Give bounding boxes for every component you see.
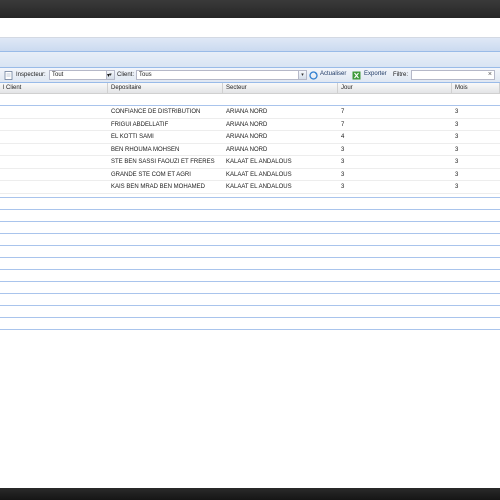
page-icon[interactable] bbox=[4, 71, 13, 80]
empty-row bbox=[0, 246, 500, 257]
empty-row bbox=[0, 198, 500, 209]
refresh-icon[interactable] bbox=[309, 71, 318, 80]
cell-depositaire: GRANDE STE COM ET AGRI bbox=[111, 171, 191, 178]
empty-row bbox=[0, 210, 500, 221]
cell-mois: 3 bbox=[455, 121, 459, 128]
window-bottom-bezel bbox=[0, 488, 500, 500]
filter-toolbar: Inspecteur: Tout ▾ ▾ Client: Tous ▾ Actu… bbox=[0, 68, 500, 83]
cell-mois: 3 bbox=[455, 134, 459, 140]
table-row[interactable]: BEN RHOUMA MOHSEN ARIANA NORD 3 3 bbox=[0, 144, 500, 156]
table-row[interactable]: GRANDE STE COM ET AGRI KALAAT EL ANDALOU… bbox=[0, 169, 500, 181]
empty-row bbox=[0, 258, 500, 269]
cell-mois: 3 bbox=[455, 159, 459, 165]
cell-mois: 3 bbox=[455, 146, 459, 153]
column-header-depositaire[interactable]: Depositaire bbox=[108, 83, 223, 94]
grid-header: l Client Depositaire Secteur Jour Mois bbox=[0, 83, 500, 94]
cell-secteur: ARIANA NORD bbox=[226, 134, 268, 140]
filtre-input[interactable]: × bbox=[411, 70, 495, 80]
table-row[interactable]: FRIGUI ABDELLATIF ARIANA NORD 7 3 bbox=[0, 119, 500, 131]
empty-row bbox=[0, 234, 500, 245]
column-header-mois[interactable]: Mois bbox=[452, 83, 500, 94]
inspecteur-value: Tout bbox=[52, 72, 64, 78]
cell-depositaire: BEN RHOUMA MOHSEN bbox=[111, 146, 180, 153]
empty-row bbox=[0, 306, 500, 317]
column-header-jour[interactable]: Jour bbox=[338, 83, 452, 94]
cell-depositaire: STE BEN SASSI FAOUZI ET FRERES bbox=[111, 159, 215, 165]
cell-depositaire: CONFIANCE DE DISTRIBUTION bbox=[111, 109, 201, 115]
client-label: Client: bbox=[117, 72, 135, 78]
cell-secteur: KALAAT EL ANDALOUS bbox=[226, 171, 292, 178]
excel-export-icon[interactable] bbox=[352, 71, 361, 80]
cell-secteur: ARIANA NORD bbox=[226, 109, 268, 115]
panel-header bbox=[0, 52, 500, 68]
table-row[interactable]: KAIS BEN MRAD BEN MOHAMED KALAAT EL ANDA… bbox=[0, 181, 500, 194]
client-value: Tous bbox=[139, 72, 152, 78]
cell-jour: 3 bbox=[341, 171, 345, 178]
filtre-label: Filtre: bbox=[393, 72, 408, 78]
cell-jour: 3 bbox=[341, 184, 345, 190]
table-row[interactable]: EL KOTTI SAMI ARIANA NORD 4 3 bbox=[0, 131, 500, 144]
window-top-bezel bbox=[0, 0, 500, 18]
title-strip bbox=[0, 18, 500, 38]
ribbon-bar bbox=[0, 38, 500, 52]
empty-row bbox=[0, 222, 500, 233]
client-chevron-icon[interactable]: ▾ bbox=[107, 72, 110, 79]
cell-jour: 7 bbox=[341, 121, 345, 128]
clear-icon[interactable]: × bbox=[488, 71, 492, 79]
empty-row bbox=[0, 270, 500, 281]
column-header-secteur[interactable]: Secteur bbox=[223, 83, 338, 94]
actualiser-button[interactable]: Actualiser bbox=[320, 71, 346, 77]
table-row[interactable]: STE BEN SASSI FAOUZI ET FRERES KALAAT EL… bbox=[0, 156, 500, 169]
cell-depositaire: FRIGUI ABDELLATIF bbox=[111, 121, 169, 128]
table-row[interactable]: CONFIANCE DE DISTRIBUTION ARIANA NORD 7 … bbox=[0, 106, 500, 119]
empty-row bbox=[0, 282, 500, 293]
app-window: Inspecteur: Tout ▾ ▾ Client: Tous ▾ Actu… bbox=[0, 18, 500, 488]
grid-body: CONFIANCE DE DISTRIBUTION ARIANA NORD 7 … bbox=[0, 94, 500, 330]
chevron-down-icon[interactable]: ▾ bbox=[298, 71, 306, 79]
cell-jour: 7 bbox=[341, 109, 345, 115]
cell-depositaire: EL KOTTI SAMI bbox=[111, 134, 154, 140]
inspecteur-label: Inspecteur: bbox=[16, 72, 46, 78]
exporter-button[interactable]: Exporter bbox=[364, 71, 387, 77]
column-header-client[interactable]: l Client bbox=[0, 83, 108, 94]
cell-depositaire: KAIS BEN MRAD BEN MOHAMED bbox=[111, 184, 206, 190]
cell-mois: 3 bbox=[455, 184, 459, 190]
empty-row bbox=[0, 294, 500, 305]
cell-mois: 3 bbox=[455, 171, 459, 178]
client-select[interactable]: Tous ▾ bbox=[136, 70, 307, 80]
cell-secteur: ARIANA NORD bbox=[226, 121, 268, 128]
cell-secteur: KALAAT EL ANDALOUS bbox=[226, 159, 292, 165]
grid-group-gap bbox=[0, 94, 500, 105]
cell-mois: 3 bbox=[455, 109, 459, 115]
group-divider bbox=[0, 328, 500, 330]
cell-secteur: KALAAT EL ANDALOUS bbox=[226, 184, 292, 190]
cell-secteur: ARIANA NORD bbox=[226, 146, 268, 153]
cell-jour: 3 bbox=[341, 159, 345, 165]
cell-jour: 4 bbox=[341, 134, 345, 140]
empty-row bbox=[0, 318, 500, 329]
cell-jour: 3 bbox=[341, 146, 345, 153]
inspecteur-select[interactable]: Tout ▾ bbox=[49, 70, 115, 80]
